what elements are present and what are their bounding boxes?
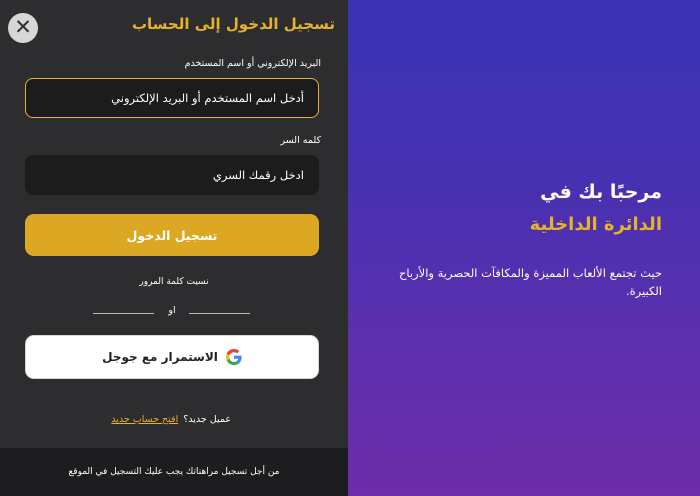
footer-bar: من أجل تسجيل مراهناتك يجب عليك التسجيل ف… — [0, 448, 348, 496]
welcome-heading: مرحبًا بك في — [540, 181, 662, 203]
email-label: البريد الإلكتروني أو اسم المستخدم — [184, 58, 321, 69]
login-button-label: تسجيل الدخول — [126, 227, 218, 243]
divider-left — [93, 313, 154, 314]
password-label: كلمه السر — [280, 135, 321, 146]
welcome-description: حيث تجتمع الألعاب المميزة والمكافآت الحص… — [398, 266, 662, 298]
login-panel: ✕ تسجيل الدخول إلى الحساب البريد الإلكتر… — [0, 0, 348, 496]
email-placeholder: أدخل اسم المستخدم أو البريد الإلكتروني — [111, 91, 304, 105]
login-modal: ✕ تسجيل الدخول إلى الحساب البريد الإلكتر… — [0, 0, 700, 496]
login-title: تسجيل الدخول إلى الحساب — [131, 15, 335, 33]
divider-right — [189, 313, 250, 314]
signup-row: عميل جديد؟ افتح حساب جديد — [111, 414, 231, 425]
footer-note: من أجل تسجيل مراهناتك يجب عليك التسجيل ف… — [68, 467, 280, 477]
google-signin-button[interactable]: الاستمرار مع جوجل — [25, 335, 319, 379]
password-placeholder: ادخل رقمك السري — [212, 168, 304, 182]
login-button[interactable]: تسجيل الدخول — [25, 214, 319, 256]
close-icon[interactable]: ✕ — [14, 17, 32, 38]
close-button[interactable]: ✕ — [8, 13, 38, 43]
google-icon — [225, 349, 242, 365]
or-separator: او — [168, 305, 176, 316]
google-button-label: الاستمرار مع جوجل — [102, 350, 218, 364]
welcome-panel: مرحبًا بك في الدائرة الداخلية حيث تجتمع … — [348, 0, 700, 496]
password-field[interactable]: ادخل رقمك السري — [25, 155, 319, 195]
new-customer-text: عميل جديد؟ — [183, 414, 231, 425]
forgot-password-link[interactable]: نسيت كلمة المرور — [0, 277, 348, 287]
email-field[interactable]: أدخل اسم المستخدم أو البريد الإلكتروني — [25, 78, 319, 118]
create-account-link[interactable]: افتح حساب جديد — [111, 414, 178, 425]
welcome-brand-name: الدائرة الداخلية — [529, 214, 662, 235]
